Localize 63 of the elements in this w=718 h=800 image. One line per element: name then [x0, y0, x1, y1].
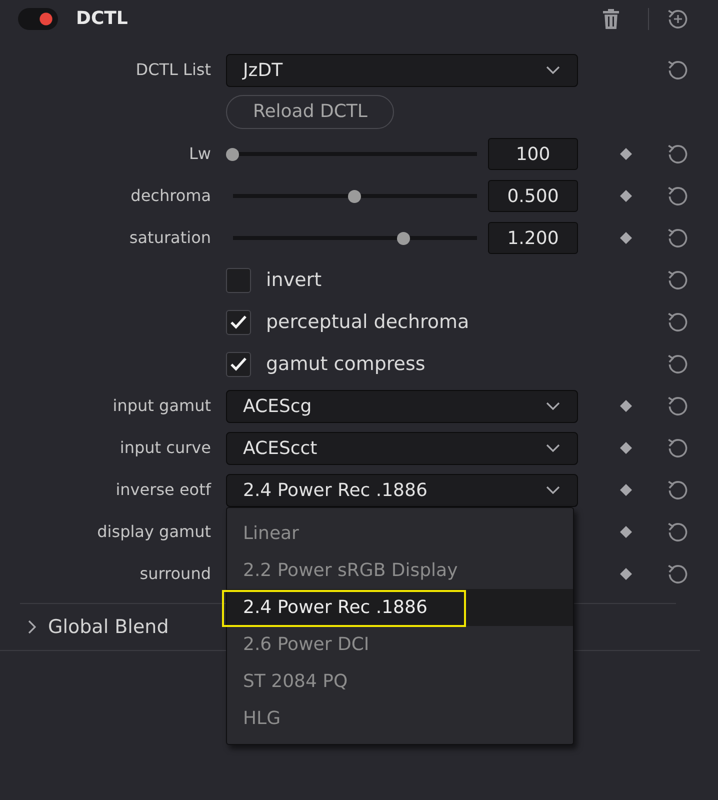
chevron-down-icon: [546, 486, 560, 494]
checkbox-label: perceptual dechroma: [266, 310, 470, 335]
diamond-icon[interactable]: [620, 484, 632, 496]
param-label: input gamut: [112, 395, 212, 417]
slider-thumb[interactable]: [396, 232, 410, 244]
menu-item[interactable]: 2.2 Power sRGB Display: [227, 552, 573, 588]
chevron-down-icon: [546, 402, 560, 410]
checkbox[interactable]: [226, 310, 251, 334]
param-label: display gamut: [97, 521, 212, 543]
number-field[interactable]: 1.200: [488, 222, 578, 254]
menu-item[interactable]: Linear: [227, 514, 573, 552]
circular-arrow-icon[interactable]: [666, 142, 690, 166]
reload-button[interactable]: Reload DCTL: [226, 95, 394, 129]
circular-arrow-icon[interactable]: [666, 352, 690, 376]
number-field[interactable]: 0.500: [488, 180, 578, 212]
check-icon: [230, 315, 247, 329]
menu-item[interactable]: ST 2084 PQ: [227, 662, 573, 700]
dropdown-field[interactable]: JzDT: [226, 54, 578, 86]
slider-thumb[interactable]: [348, 190, 361, 202]
effect-title: DCTL: [76, 8, 128, 30]
param-label: surround: [140, 563, 212, 585]
menu-item[interactable]: 2.6 Power DCI: [227, 626, 573, 662]
circular-arrow-icon[interactable]: [666, 184, 690, 208]
dropdown-field[interactable]: 2.4 Power Rec .1886: [226, 474, 578, 506]
checkbox[interactable]: [226, 268, 251, 292]
diamond-icon[interactable]: [620, 442, 632, 454]
checkbox[interactable]: [226, 352, 251, 376]
param-label: input curve: [120, 437, 212, 459]
circular-arrow-icon[interactable]: [666, 268, 690, 292]
circular-arrow-icon[interactable]: [666, 226, 690, 250]
chevron-down-icon: [546, 444, 560, 452]
circular-arrow-icon[interactable]: [666, 562, 690, 586]
trash-icon[interactable]: [603, 9, 619, 29]
diamond-icon[interactable]: [620, 400, 632, 412]
param-label: inverse eotf: [116, 479, 212, 501]
diamond-icon[interactable]: [620, 526, 632, 538]
checkbox-label: invert: [266, 268, 322, 293]
slider-thumb[interactable]: [226, 148, 239, 160]
chevron-down-icon: [546, 66, 560, 74]
dropdown-field[interactable]: ACEScg: [226, 390, 578, 422]
circular-arrow-icon[interactable]: [666, 394, 690, 418]
menu-item[interactable]: HLG: [227, 700, 573, 736]
diamond-icon[interactable]: [620, 568, 632, 580]
section-header[interactable]: Global Blend: [28, 612, 169, 642]
diamond-icon[interactable]: [620, 232, 632, 244]
chevron-right-icon: [28, 620, 36, 634]
circular-arrow-icon[interactable]: [666, 58, 690, 82]
checkbox-label: gamut compress: [266, 352, 426, 377]
number-field[interactable]: 100: [488, 138, 578, 170]
check-icon: [230, 357, 247, 371]
circular-arrow-icon[interactable]: [666, 310, 690, 334]
param-label: Lw: [189, 143, 212, 165]
dropdown-field[interactable]: ACEScct: [226, 432, 578, 464]
param-label: saturation: [129, 227, 212, 249]
param-label: DCTL List: [136, 59, 212, 81]
circular-arrow-plus-icon[interactable]: [666, 7, 690, 31]
circular-arrow-icon[interactable]: [666, 478, 690, 502]
toggle-switch[interactable]: [18, 8, 58, 30]
diamond-icon[interactable]: [620, 190, 632, 202]
circular-arrow-icon[interactable]: [666, 436, 690, 460]
param-label: dechroma: [130, 185, 212, 207]
diamond-icon[interactable]: [620, 148, 632, 160]
circular-arrow-icon[interactable]: [666, 520, 690, 544]
